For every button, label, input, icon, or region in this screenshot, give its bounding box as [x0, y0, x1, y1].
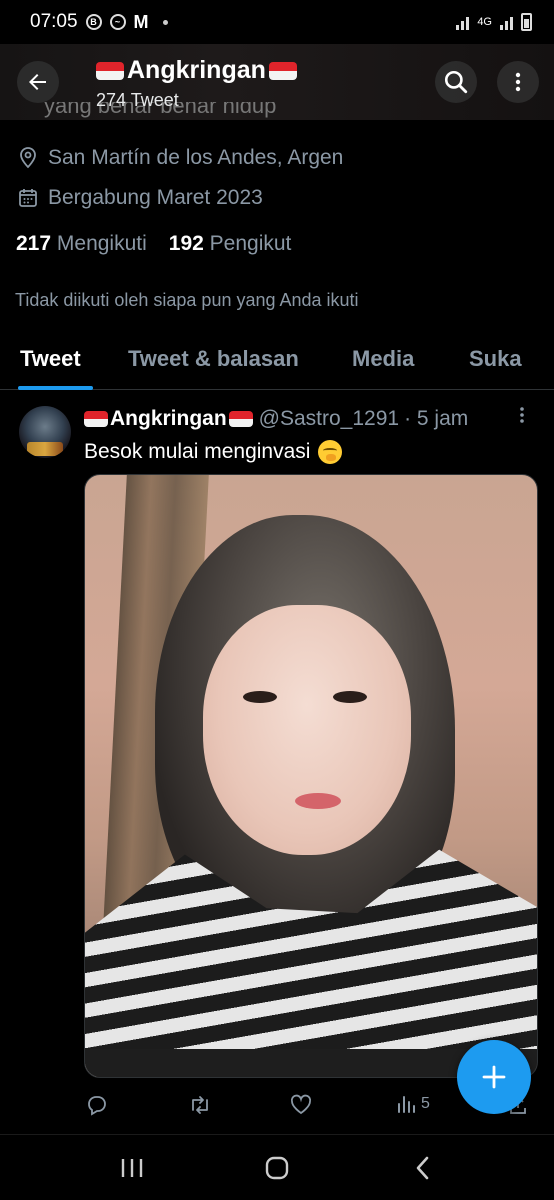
tab-tweet-replies[interactable]: Tweet & balasan	[128, 346, 299, 372]
tweet-author[interactable]: Angkringan	[84, 407, 253, 431]
arrow-left-icon	[29, 74, 46, 90]
indonesia-flag-icon	[84, 411, 108, 427]
system-nav-bar	[0, 1135, 554, 1200]
following-count: 217	[16, 232, 52, 255]
system-back-button[interactable]	[402, 1153, 442, 1183]
location-pin-icon	[20, 147, 36, 169]
reply-button[interactable]	[86, 1094, 108, 1116]
tab-likes[interactable]: Suka	[469, 346, 522, 372]
tab-media[interactable]: Media	[352, 346, 414, 372]
location-text: San Martín de los Andes, Argen	[48, 146, 344, 169]
indonesia-flag-icon	[96, 61, 124, 80]
notification-icon: B	[85, 14, 102, 30]
tweet-handle[interactable]: @Sastro_1291	[259, 407, 399, 431]
status-bar: 07:05 B ~ M 4G	[0, 0, 554, 44]
recent-apps-icon	[121, 1159, 143, 1177]
search-button[interactable]	[435, 61, 477, 103]
followers-link[interactable]: 192 Pengikut	[169, 232, 292, 256]
indonesia-flag-icon	[268, 61, 297, 80]
profile-name: Angkringan	[127, 56, 266, 84]
profile-header: yang benar benar hidup Angkringan 274 Tw…	[0, 44, 554, 120]
reply-icon	[88, 1096, 106, 1116]
avatar[interactable]	[19, 406, 71, 458]
heart-icon	[290, 1094, 312, 1115]
compose-tweet-button[interactable]	[457, 1040, 531, 1114]
signal-icon	[456, 14, 470, 30]
plus-icon	[482, 1065, 506, 1089]
photo-eye-right	[333, 691, 367, 703]
more-options-button[interactable]	[497, 61, 539, 103]
search-icon	[444, 70, 468, 94]
gmail-icon: M	[133, 11, 149, 32]
photo-eye-left	[243, 691, 277, 703]
home-button[interactable]	[257, 1153, 297, 1183]
photo-face	[203, 605, 411, 855]
tweet-text: Besok mulai menginvasi	[84, 440, 343, 464]
following-label: Mengikuti	[56, 232, 147, 255]
followed-by-note: Tidak diikuti oleh siapa pun yang Anda i…	[15, 290, 359, 310]
signal-icon-2	[500, 14, 513, 30]
more-vertical-icon	[515, 72, 521, 92]
tweet-header: Angkringan @Sastro_1291 · 5 jam	[84, 407, 468, 431]
retweet-button[interactable]	[188, 1094, 212, 1116]
photo-lips	[295, 793, 341, 809]
tweet-time: · 5 jam	[404, 407, 469, 430]
header-title: Angkringan	[96, 56, 297, 85]
tweet-count: 274 Tweet	[96, 90, 179, 110]
following-link[interactable]: 217 Mengikuti	[16, 232, 147, 256]
retweet-icon	[192, 1096, 208, 1114]
tweet-photo[interactable]	[84, 474, 538, 1078]
chevron-left-icon	[416, 1156, 429, 1180]
battery-icon	[521, 13, 532, 31]
more-vertical-icon	[520, 407, 524, 423]
home-icon	[265, 1156, 289, 1180]
views-button[interactable]: 5	[396, 1094, 430, 1114]
shushing-face-emoji-icon	[318, 440, 343, 464]
recent-apps-button[interactable]	[112, 1153, 152, 1183]
follow-stats: 217 Mengikuti 192 Pengikut	[16, 232, 291, 256]
like-button[interactable]	[290, 1094, 312, 1116]
active-tab-indicator	[18, 386, 93, 390]
back-button[interactable]	[17, 61, 59, 103]
tweet-body: Besok mulai menginvasi	[84, 440, 311, 463]
join-date-text: Bergabung Maret 2023	[48, 186, 263, 209]
join-date-row: Bergabung Maret 2023	[18, 186, 263, 210]
tweet-more-button[interactable]	[513, 405, 531, 430]
tab-tweet[interactable]: Tweet	[20, 346, 81, 372]
bar-chart-icon	[398, 1096, 415, 1113]
indonesia-flag-icon	[228, 411, 253, 427]
more-notifications-icon	[162, 19, 168, 25]
followers-count: 192	[168, 232, 204, 255]
views-count: 5	[421, 1095, 430, 1112]
network-type: 4G	[477, 16, 492, 28]
location-row: San Martín de los Andes, Argen	[18, 146, 343, 170]
profile-tabs: Tweet Tweet & balasan Media Suka	[0, 336, 554, 390]
status-time: 07:05	[30, 11, 78, 32]
messenger-icon: ~	[109, 14, 126, 30]
calendar-icon	[19, 189, 37, 207]
tweet-author-name: Angkringan	[110, 407, 227, 430]
followers-label: Pengikut	[209, 232, 292, 255]
